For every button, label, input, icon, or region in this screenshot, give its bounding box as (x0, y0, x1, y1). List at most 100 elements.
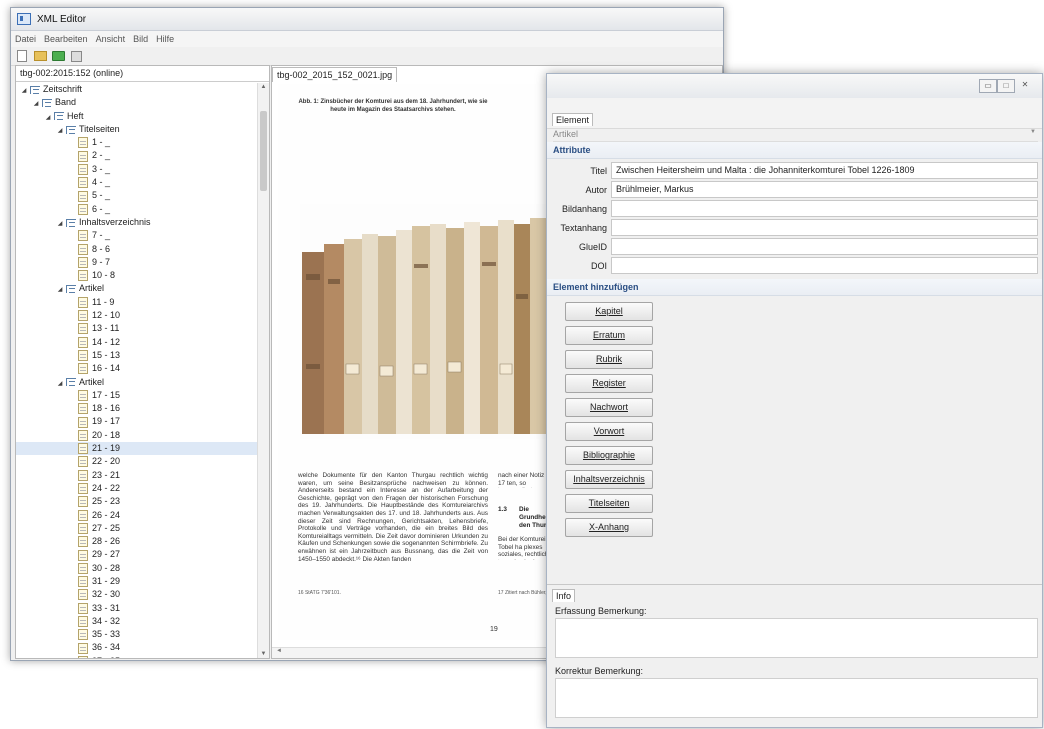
new-button[interactable] (15, 50, 29, 62)
page-icon (78, 616, 88, 627)
tree-page-item[interactable]: 26 - 24 (16, 509, 257, 522)
tree-page-item[interactable]: 25 - 23 (16, 495, 257, 508)
tab-info[interactable]: Info (552, 589, 576, 602)
attribute-input[interactable]: Brühlmeier, Markus (611, 181, 1038, 198)
menu-ansicht[interactable]: Ansicht (96, 34, 126, 44)
menu-bearbeiten[interactable]: Bearbeiten (44, 34, 88, 44)
tree-page-item[interactable]: 9 - 7 (16, 256, 257, 269)
open-green-button[interactable] (51, 50, 65, 62)
tree-page-item[interactable]: 14 - 12 (16, 336, 257, 349)
tab-element[interactable]: Element (552, 113, 594, 126)
menu-bild[interactable]: Bild (133, 34, 148, 44)
attribute-input[interactable] (611, 219, 1038, 236)
element-type-select[interactable]: Artikel ▼ (553, 129, 1038, 142)
menu-datei[interactable]: Datei (15, 34, 36, 44)
attribute-input[interactable] (611, 238, 1038, 255)
erfassung-textarea[interactable] (555, 618, 1038, 658)
add-titelseiten-button[interactable]: Titelseiten (565, 494, 653, 513)
minimize-icon[interactable]: ▭ (979, 79, 997, 93)
tree-page-item[interactable]: 37 - 35 (16, 655, 257, 658)
tree-page-item[interactable]: 29 - 27 (16, 548, 257, 561)
add-inhaltsverzeichnis-button[interactable]: Inhaltsverzeichnis (565, 470, 653, 489)
attribute-input[interactable] (611, 200, 1038, 217)
add-nachwort-button[interactable]: Nachwort (565, 398, 653, 417)
tree-page-item[interactable]: 24 - 22 (16, 482, 257, 495)
add-erratum-button[interactable]: Erratum (565, 326, 653, 345)
tree-node[interactable]: ◢ Zeitschrift (16, 83, 257, 96)
tree-label: 11 - 9 (92, 296, 115, 307)
tree-page-item[interactable]: 30 - 28 (16, 562, 257, 575)
tree-page-item[interactable]: 21 - 19 (16, 442, 257, 456)
page-icon (78, 270, 88, 282)
add-rubrik-button[interactable]: Rubrik (565, 350, 653, 369)
scroll-thumb[interactable] (260, 111, 267, 191)
tab-tree[interactable]: tbg-002:2015:152 (online) (16, 66, 269, 82)
tree-page-item[interactable]: 13 - 11 (16, 322, 257, 335)
add-x-anhang-button[interactable]: X-Anhang (565, 518, 653, 537)
tree-scrollbar[interactable]: ▲ ▼ (257, 83, 269, 658)
tree-page-item[interactable]: 35 - 33 (16, 628, 257, 641)
tree-page-item[interactable]: 20 - 18 (16, 429, 257, 442)
tree-label: 21 - 19 (92, 443, 121, 454)
tree-node[interactable]: ◢ Artikel (16, 282, 257, 295)
scroll-down-icon[interactable]: ▼ (258, 651, 269, 657)
attribute-input[interactable] (611, 257, 1038, 274)
tree-page-item[interactable]: 5 - _ (16, 189, 257, 202)
tree-page-item[interactable]: 34 - 32 (16, 615, 257, 628)
save-button[interactable] (69, 50, 83, 62)
tree-label: 3 - _ (92, 163, 111, 174)
tree-page-item[interactable]: 1 - _ (16, 136, 257, 149)
tree-page-item[interactable]: 36 - 34 (16, 641, 257, 654)
dialog-titlebar[interactable]: ▭ □ ✕ (547, 74, 1042, 98)
tree-page-item[interactable]: 7 - _ (16, 229, 257, 242)
tree-page-item[interactable]: 17 - 15 (16, 389, 257, 402)
attribute-label: Autor (585, 184, 607, 195)
tree-node[interactable]: ◢ Artikel (16, 376, 257, 389)
tree-page-item[interactable]: 18 - 16 (16, 402, 257, 415)
tree-page-item[interactable]: 23 - 21 (16, 469, 257, 482)
tree-label: Artikel (79, 376, 105, 387)
tab-image[interactable]: tbg-002_2015_152_0021.jpg (272, 67, 398, 82)
tree-page-item[interactable]: 11 - 9 (16, 296, 257, 309)
tree-page-item[interactable]: 32 - 30 (16, 588, 257, 601)
page-icon (78, 389, 88, 401)
tree-page-item[interactable]: 31 - 29 (16, 575, 257, 588)
add-vorwort-button[interactable]: Vorwort (565, 422, 653, 441)
add-kapitel-button[interactable]: Kapitel (565, 302, 653, 321)
tree-label: 16 - 14 (92, 363, 121, 374)
scroll-left-icon[interactable]: ◄ (276, 648, 282, 654)
add-bibliographie-button[interactable]: Bibliographie (565, 446, 653, 465)
tree-page-item[interactable]: 27 - 25 (16, 522, 257, 535)
tree-node[interactable]: ◢ Band (16, 96, 257, 109)
tree-page-item[interactable]: 16 - 14 (16, 362, 257, 375)
tree-page-item[interactable]: 4 - _ (16, 176, 257, 189)
menu-hilfe[interactable]: Hilfe (156, 34, 174, 44)
tree-page-item[interactable]: 12 - 10 (16, 309, 257, 322)
attribute-input[interactable]: Zwischen Heitersheim und Malta : die Joh… (611, 162, 1038, 179)
tree-node[interactable]: ◢ Titelseiten (16, 123, 257, 136)
close-icon[interactable]: ✕ (1017, 79, 1033, 91)
korrektur-textarea[interactable] (555, 678, 1038, 718)
tree-page-item[interactable]: 2 - _ (16, 149, 257, 162)
tree-page-item[interactable]: 3 - _ (16, 163, 257, 176)
tree-node[interactable]: ◢ Inhaltsverzeichnis (16, 216, 257, 229)
maximize-icon[interactable]: □ (997, 79, 1015, 93)
main-titlebar[interactable]: XML Editor (11, 8, 723, 31)
tree-page-item[interactable]: 33 - 31 (16, 602, 257, 615)
open-folder-button[interactable] (33, 50, 47, 62)
tree-panel: tbg-002:2015:152 (online) ◢ Zeitschrift ◢ B… (15, 65, 270, 659)
tree-page-item[interactable]: 28 - 26 (16, 535, 257, 548)
tree-page-item[interactable]: 19 - 17 (16, 415, 257, 428)
scroll-up-icon[interactable]: ▲ (258, 84, 269, 90)
tree-page-item[interactable]: 15 - 13 (16, 349, 257, 362)
attribute-label: Bildanhang (561, 203, 607, 214)
tree-page-item[interactable]: 10 - 8 (16, 269, 257, 282)
tree-page-item[interactable]: 22 - 20 (16, 455, 257, 468)
tree-page-item[interactable]: 6 - _ (16, 203, 257, 216)
tree-label: 4 - _ (92, 177, 111, 188)
add-register-button[interactable]: Register (565, 374, 653, 393)
tree-page-item[interactable]: 8 - 6 (16, 243, 257, 256)
tree-label: Band (55, 97, 77, 108)
toolbar (11, 47, 723, 66)
tree-node[interactable]: ◢ Heft (16, 110, 257, 123)
